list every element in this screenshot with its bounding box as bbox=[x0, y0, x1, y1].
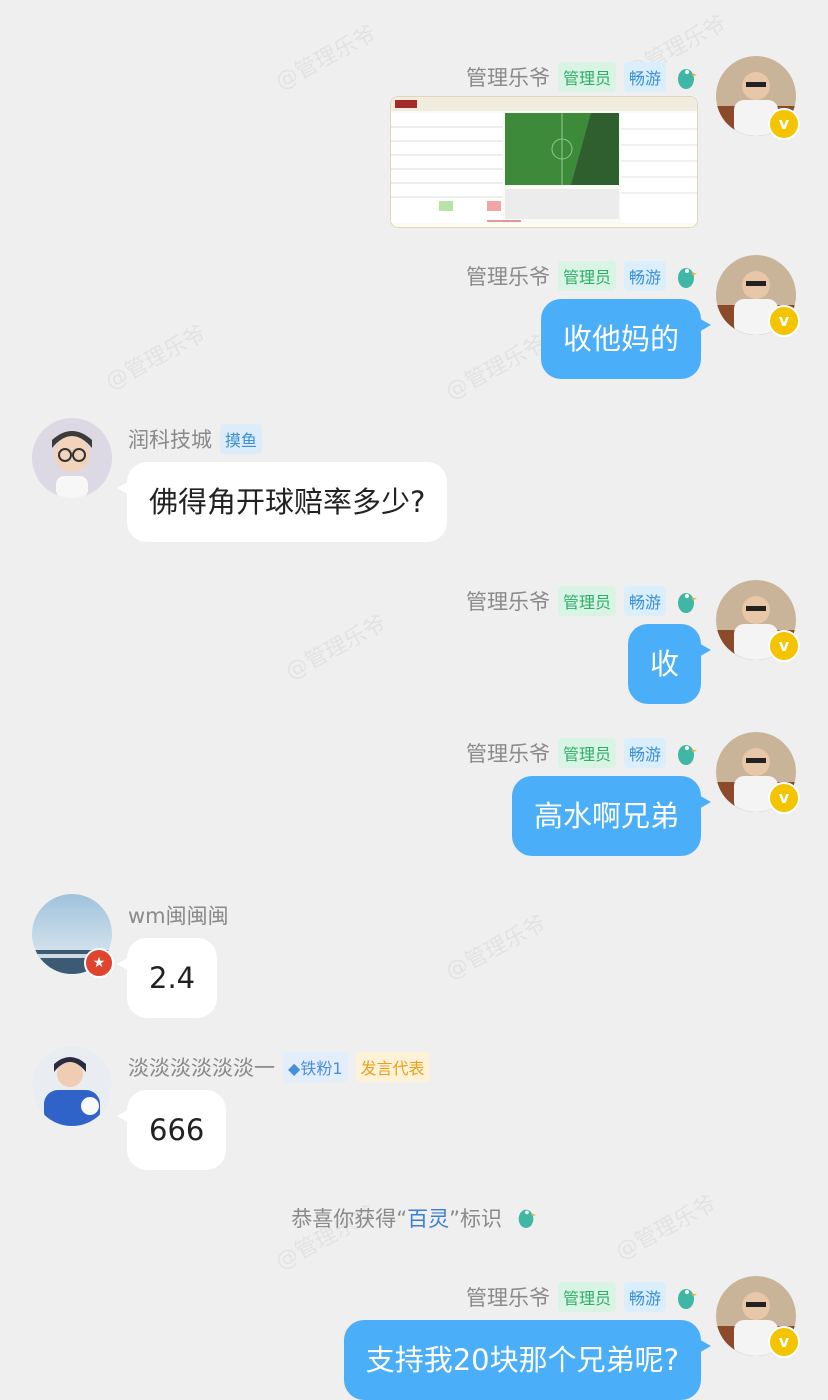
diamond-icon: ◆ bbox=[288, 1059, 301, 1078]
level-tag: 畅游 bbox=[623, 586, 666, 616]
message-row: 管理乐爷 管理员 畅游 v bbox=[0, 56, 828, 236]
sender-name[interactable]: 润科技城 bbox=[128, 424, 212, 454]
message-bubble[interactable]: 高水啊兄弟 bbox=[511, 776, 712, 856]
notice-suffix: 标识 bbox=[460, 1207, 503, 1231]
message-row: 淡淡淡淡淡淡一 ◆铁粉1 发言代表 666 bbox=[0, 1046, 828, 1176]
bird-badge-icon bbox=[678, 1289, 697, 1309]
fan-level-label: 铁粉1 bbox=[300, 1059, 343, 1078]
sender-name[interactable]: 管理乐爷 bbox=[466, 261, 550, 291]
message-meta: 管理乐爷 管理员 畅游 bbox=[466, 584, 698, 618]
member-tag: 摸鱼 bbox=[220, 424, 263, 454]
sender-name[interactable]: 管理乐爷 bbox=[466, 1282, 550, 1312]
level-tag: 畅游 bbox=[623, 62, 666, 92]
bird-badge-icon bbox=[518, 1209, 536, 1228]
message-meta: 淡淡淡淡淡淡一 ◆铁粉1 发言代表 bbox=[128, 1050, 430, 1084]
admin-tag: 管理员 bbox=[557, 738, 616, 768]
message-meta: 润科技城 摸鱼 bbox=[128, 422, 263, 456]
message-row: 管理乐爷 管理员 畅游 v 支持我20块那个兄弟呢? bbox=[0, 1276, 828, 1400]
admin-tag: 管理员 bbox=[557, 62, 616, 92]
verified-icon: v bbox=[768, 305, 800, 337]
notice-highlight[interactable]: 百灵 bbox=[407, 1207, 449, 1231]
message-row: 管理乐爷 管理员 畅游 v 收他妈的 bbox=[0, 255, 828, 385]
verified-icon: v bbox=[768, 108, 800, 140]
message-row: ★ wm闽闽闽 2.4 bbox=[0, 894, 828, 1024]
star-badge-icon: ★ bbox=[84, 948, 114, 978]
message-meta: 管理乐爷 管理员 畅游 bbox=[466, 736, 698, 770]
message-bubble[interactable]: 收他妈的 bbox=[540, 299, 712, 379]
level-tag: 畅游 bbox=[623, 1282, 666, 1312]
sender-name[interactable]: wm闽闽闽 bbox=[128, 900, 229, 930]
shared-screenshot-image[interactable] bbox=[390, 96, 698, 228]
message-bubble[interactable]: 2.4 bbox=[116, 938, 218, 1018]
message-row: 管理乐爷 管理员 畅游 v 高水啊兄弟 bbox=[0, 732, 828, 862]
bird-badge-icon bbox=[678, 745, 697, 765]
verified-icon: v bbox=[768, 1326, 800, 1358]
sender-name[interactable]: 淡淡淡淡淡淡一 bbox=[128, 1052, 275, 1082]
level-tag: 畅游 bbox=[623, 738, 666, 768]
message-bubble[interactable]: 佛得角开球赔率多少? bbox=[116, 462, 448, 542]
bird-badge-icon bbox=[678, 593, 697, 613]
message-meta: 管理乐爷 管理员 畅游 bbox=[466, 259, 698, 293]
avatar[interactable] bbox=[32, 418, 112, 498]
notice-prefix: 恭喜你获得 bbox=[291, 1207, 397, 1231]
system-notice: 恭喜你获得“百灵”标识 bbox=[0, 1203, 828, 1233]
message-bubble[interactable]: 收 bbox=[627, 624, 712, 704]
admin-tag: 管理员 bbox=[557, 1282, 616, 1312]
sender-name[interactable]: 管理乐爷 bbox=[466, 62, 550, 92]
message-row: 管理乐爷 管理员 畅游 v 收 bbox=[0, 580, 828, 710]
message-bubble[interactable]: 666 bbox=[116, 1090, 227, 1170]
verified-icon: v bbox=[768, 782, 800, 814]
message-bubble[interactable]: 支持我20块那个兄弟呢? bbox=[343, 1320, 712, 1400]
message-row: 润科技城 摸鱼 佛得角开球赔率多少? bbox=[0, 418, 828, 548]
message-meta: 管理乐爷 管理员 畅游 bbox=[466, 1280, 698, 1314]
verified-icon: v bbox=[768, 630, 800, 662]
level-tag: 畅游 bbox=[623, 261, 666, 291]
bird-badge-icon bbox=[678, 268, 697, 288]
admin-tag: 管理员 bbox=[557, 261, 616, 291]
avatar[interactable] bbox=[32, 1046, 112, 1126]
message-meta: wm闽闽闽 bbox=[128, 898, 229, 932]
message-meta: 管理乐爷 管理员 畅游 bbox=[466, 60, 698, 94]
bird-badge-icon bbox=[678, 69, 697, 89]
admin-tag: 管理员 bbox=[557, 586, 616, 616]
notice-close-quote: ” bbox=[449, 1207, 461, 1231]
fan-level-tag: ◆铁粉1 bbox=[283, 1052, 348, 1082]
notice-open-quote: “ bbox=[396, 1207, 408, 1231]
speaker-tag: 发言代表 bbox=[355, 1052, 430, 1082]
sender-name[interactable]: 管理乐爷 bbox=[466, 586, 550, 616]
sender-name[interactable]: 管理乐爷 bbox=[466, 738, 550, 768]
